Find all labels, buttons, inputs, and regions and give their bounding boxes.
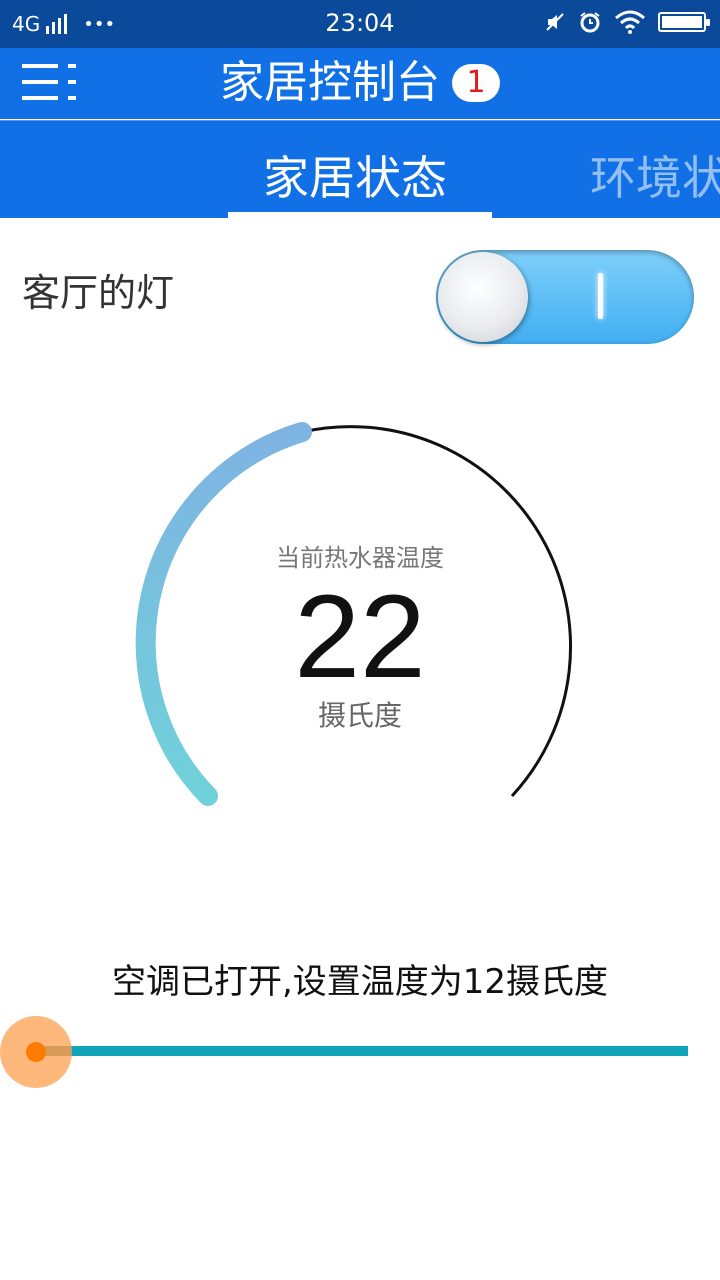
tab-bar: 家居状态 环境状: [0, 120, 720, 218]
mute-icon: [546, 13, 564, 31]
gauge-unit: 摄氏度: [317, 699, 402, 732]
alarm-icon: [580, 12, 600, 33]
gauge-caption: 当前热水器温度: [276, 544, 444, 572]
battery-icon: [658, 12, 710, 32]
status-right: [544, 10, 710, 34]
active-tab-indicator: [228, 212, 492, 218]
notification-badge[interactable]: 1: [452, 64, 500, 102]
wifi-icon: [615, 10, 645, 34]
app-title-row: 家居控制台 1: [0, 58, 720, 108]
tab-environment-status[interactable]: 环境状: [590, 142, 720, 208]
gauge-value: 22: [294, 571, 426, 703]
ac-temperature-slider[interactable]: [36, 1046, 688, 1056]
living-room-light-label: 客厅的灯: [22, 271, 175, 315]
status-bar: 4G ••• 23:04: [0, 0, 720, 48]
app-title: 家居控制台: [220, 57, 440, 108]
toggle-on-mark: [598, 273, 603, 319]
toggle-knob[interactable]: [438, 252, 528, 342]
slider-thumb[interactable]: [26, 1042, 46, 1062]
ac-status-text: 空调已打开,设置温度为12摄氏度: [111, 962, 609, 1002]
app-bar: 家居控制台 1: [0, 48, 720, 119]
living-room-light-toggle[interactable]: [436, 250, 694, 344]
tab-home-status[interactable]: 家居状态: [263, 142, 447, 208]
